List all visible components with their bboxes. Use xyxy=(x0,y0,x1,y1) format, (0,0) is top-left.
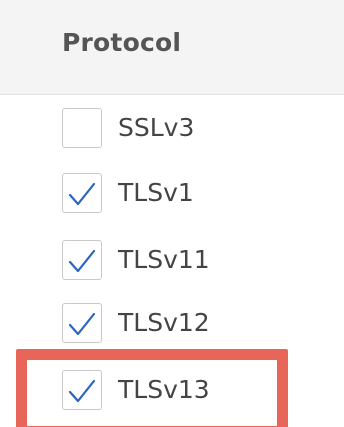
table-header: Protocol xyxy=(0,0,344,95)
protocol-option-sslv3[interactable]: SSLv3 xyxy=(0,108,344,148)
protocol-column-header: Protocol xyxy=(62,28,182,57)
checkbox-tlsv12[interactable] xyxy=(62,303,102,343)
protocol-settings-panel: Protocol SSLv3 TLSv1 TLSv11 TLSv12 TLSv1… xyxy=(0,0,344,427)
checkmark-icon xyxy=(68,182,96,206)
protocol-label: TLSv1 xyxy=(118,178,194,207)
protocol-option-tlsv1[interactable]: TLSv1 xyxy=(0,173,344,213)
checkmark-icon xyxy=(68,249,96,273)
protocol-option-tlsv12[interactable]: TLSv12 xyxy=(0,303,344,343)
protocol-option-tlsv13[interactable]: TLSv13 xyxy=(0,370,344,410)
protocol-label: TLSv13 xyxy=(118,375,210,404)
protocol-label: TLSv11 xyxy=(118,245,210,274)
checkbox-tlsv1[interactable] xyxy=(62,173,102,213)
checkmark-icon xyxy=(68,379,96,403)
checkbox-sslv3[interactable] xyxy=(62,108,102,148)
protocol-label: TLSv12 xyxy=(118,308,210,337)
checkbox-tlsv11[interactable] xyxy=(62,240,102,280)
protocol-option-tlsv11[interactable]: TLSv11 xyxy=(0,240,344,280)
checkmark-icon xyxy=(68,312,96,336)
checkbox-tlsv13[interactable] xyxy=(62,370,102,410)
protocol-label: SSLv3 xyxy=(118,113,195,142)
